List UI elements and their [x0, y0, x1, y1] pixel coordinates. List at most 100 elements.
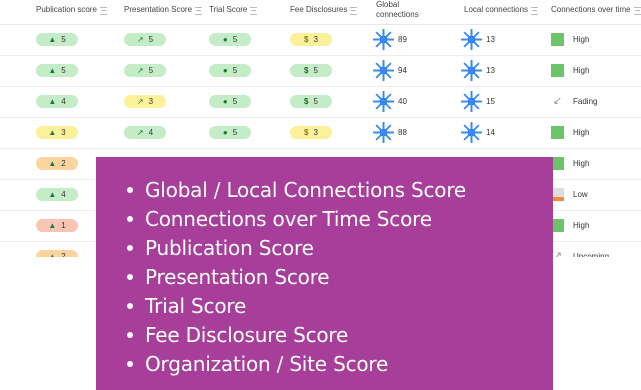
global-connections-value: 89 — [398, 35, 407, 44]
publication-value: 2 — [61, 159, 66, 168]
sort-icon[interactable] — [531, 7, 539, 15]
trend-label: Low — [573, 190, 588, 199]
connections-over-time-cell: High — [551, 117, 589, 148]
network-burst-icon — [461, 91, 482, 112]
publication-cell: ▲ 2 — [36, 148, 78, 179]
presentation-cell: ↗ 5 — [124, 55, 166, 86]
sort-icon[interactable] — [633, 7, 641, 15]
score-list-label: Global / Local Connections Score — [145, 178, 467, 202]
header-label: Connections over time — [551, 5, 631, 14]
local-connections-value: 14 — [486, 128, 495, 137]
header-local-connections[interactable]: Local connections — [464, 0, 539, 15]
presentation-value: 5 — [148, 66, 154, 75]
connections-over-time-cell: High — [551, 55, 589, 86]
score-list-label: Publication Score — [145, 236, 314, 260]
header-publication-score[interactable]: Publication score — [36, 0, 107, 15]
publication-value: 5 — [61, 35, 66, 44]
trend-label: High — [573, 66, 590, 75]
fee-cell: $3 — [290, 117, 332, 148]
network-burst-icon — [373, 29, 394, 50]
trend-label: High — [573, 221, 590, 230]
graduation-cap-icon: ▲ — [48, 220, 57, 230]
table-row[interactable]: ▲ 4 ↗ 3 ● 5 $5 40 15 ↙ Fading — [0, 86, 641, 118]
trend-label: High — [573, 35, 590, 44]
local-connections-cell: 13 — [461, 55, 495, 86]
presenter-icon: ↗ — [136, 96, 144, 106]
score-list-item: Fee Disclosure Score — [127, 321, 466, 350]
table-row[interactable]: ▲ 5 ↗ 5 ● 5 $5 94 13 High — [0, 55, 641, 87]
pill-capsule-icon: ● — [222, 65, 228, 75]
sort-icon[interactable] — [195, 7, 203, 15]
publication-pill: ▲ 3 — [36, 126, 78, 139]
bullet-icon — [127, 360, 133, 367]
publication-cell: ▲ 3 — [36, 117, 78, 148]
presenter-icon: ↗ — [136, 34, 144, 44]
connections-over-time-cell: ↗ Upcoming — [551, 241, 609, 257]
presentation-pill: ↗ 4 — [124, 126, 166, 139]
publication-value: 2 — [61, 252, 66, 257]
network-burst-icon — [461, 122, 482, 143]
network-burst-icon — [373, 91, 394, 112]
graduation-cap-icon: ▲ — [48, 189, 57, 199]
trial-cell: ● 5 — [209, 24, 251, 55]
fee-value: 5 — [313, 97, 318, 106]
high-trend-icon — [551, 33, 564, 46]
publication-cell: ▲ 5 — [36, 55, 78, 86]
sort-icon[interactable] — [250, 7, 258, 15]
high-trend-icon — [551, 64, 564, 77]
local-connections-value: 13 — [486, 66, 495, 75]
presentation-value: 3 — [148, 97, 154, 106]
presentation-pill: ↗ 5 — [124, 64, 166, 77]
connections-over-time-cell: Low — [551, 179, 588, 210]
sort-icon[interactable] — [99, 7, 107, 15]
local-connections-cell: 14 — [461, 117, 495, 148]
table-row[interactable]: ▲ 5 ↗ 5 ● 5 $3 89 13 High — [0, 24, 641, 56]
header-trial-score[interactable]: Trial Score — [209, 0, 258, 15]
graduation-cap-icon: ▲ — [48, 158, 57, 168]
connections-over-time-cell: High — [551, 24, 589, 55]
fee-pill: $5 — [290, 64, 332, 77]
score-list-label: Fee Disclosure Score — [145, 323, 349, 347]
global-connections-cell: 89 — [373, 24, 407, 55]
bullet-icon — [127, 244, 133, 251]
header-label: Trial Score — [209, 5, 248, 14]
network-burst-icon — [461, 60, 482, 81]
presentation-value: 4 — [148, 128, 154, 137]
presenter-icon: ↗ — [136, 65, 144, 75]
publication-cell: ▲ 2 — [36, 241, 78, 257]
sort-icon[interactable] — [350, 7, 358, 15]
publication-cell: ▲ 4 — [36, 86, 78, 117]
bullet-icon — [127, 302, 133, 309]
trial-pill: ● 5 — [209, 33, 251, 46]
dollar-icon: $ — [304, 128, 309, 137]
trend-label: High — [573, 128, 590, 137]
publication-pill: ▲ 5 — [36, 64, 78, 77]
publication-cell: ▲ 1 — [36, 210, 78, 241]
publication-pill: ▲ 2 — [36, 250, 78, 257]
header-presentation-score[interactable]: Presentation Score — [124, 0, 203, 15]
score-list-label: Trial Score — [145, 294, 247, 318]
header-connections-over-time[interactable]: Connections over time — [551, 0, 641, 15]
fee-pill: $3 — [290, 126, 332, 139]
graduation-cap-icon: ▲ — [48, 127, 57, 137]
publication-value: 4 — [61, 190, 66, 199]
global-connections-cell: 88 — [373, 117, 407, 148]
connections-over-time-cell: ↙ Fading — [551, 86, 598, 117]
fee-cell: $5 — [290, 55, 332, 86]
global-connections-value: 94 — [398, 66, 407, 75]
global-connections-value: 88 — [398, 128, 407, 137]
graduation-cap-icon: ▲ — [48, 34, 57, 44]
trend-label: High — [573, 159, 590, 168]
header-global-connections[interactable]: Global connections — [376, 0, 426, 20]
connections-over-time-cell: High — [551, 148, 589, 179]
trial-cell: ● 5 — [209, 117, 251, 148]
header-fee-disclosures[interactable]: Fee Disclosures — [290, 0, 358, 15]
trial-pill: ● 5 — [209, 64, 251, 77]
presentation-cell: ↗ 3 — [124, 86, 166, 117]
network-burst-icon — [461, 29, 482, 50]
bullet-icon — [127, 186, 133, 193]
publication-value: 1 — [61, 221, 66, 230]
graduation-cap-icon: ▲ — [48, 65, 57, 75]
local-connections-cell: 13 — [461, 24, 495, 55]
table-row[interactable]: ▲ 3 ↗ 4 ● 5 $3 88 14 High — [0, 117, 641, 149]
